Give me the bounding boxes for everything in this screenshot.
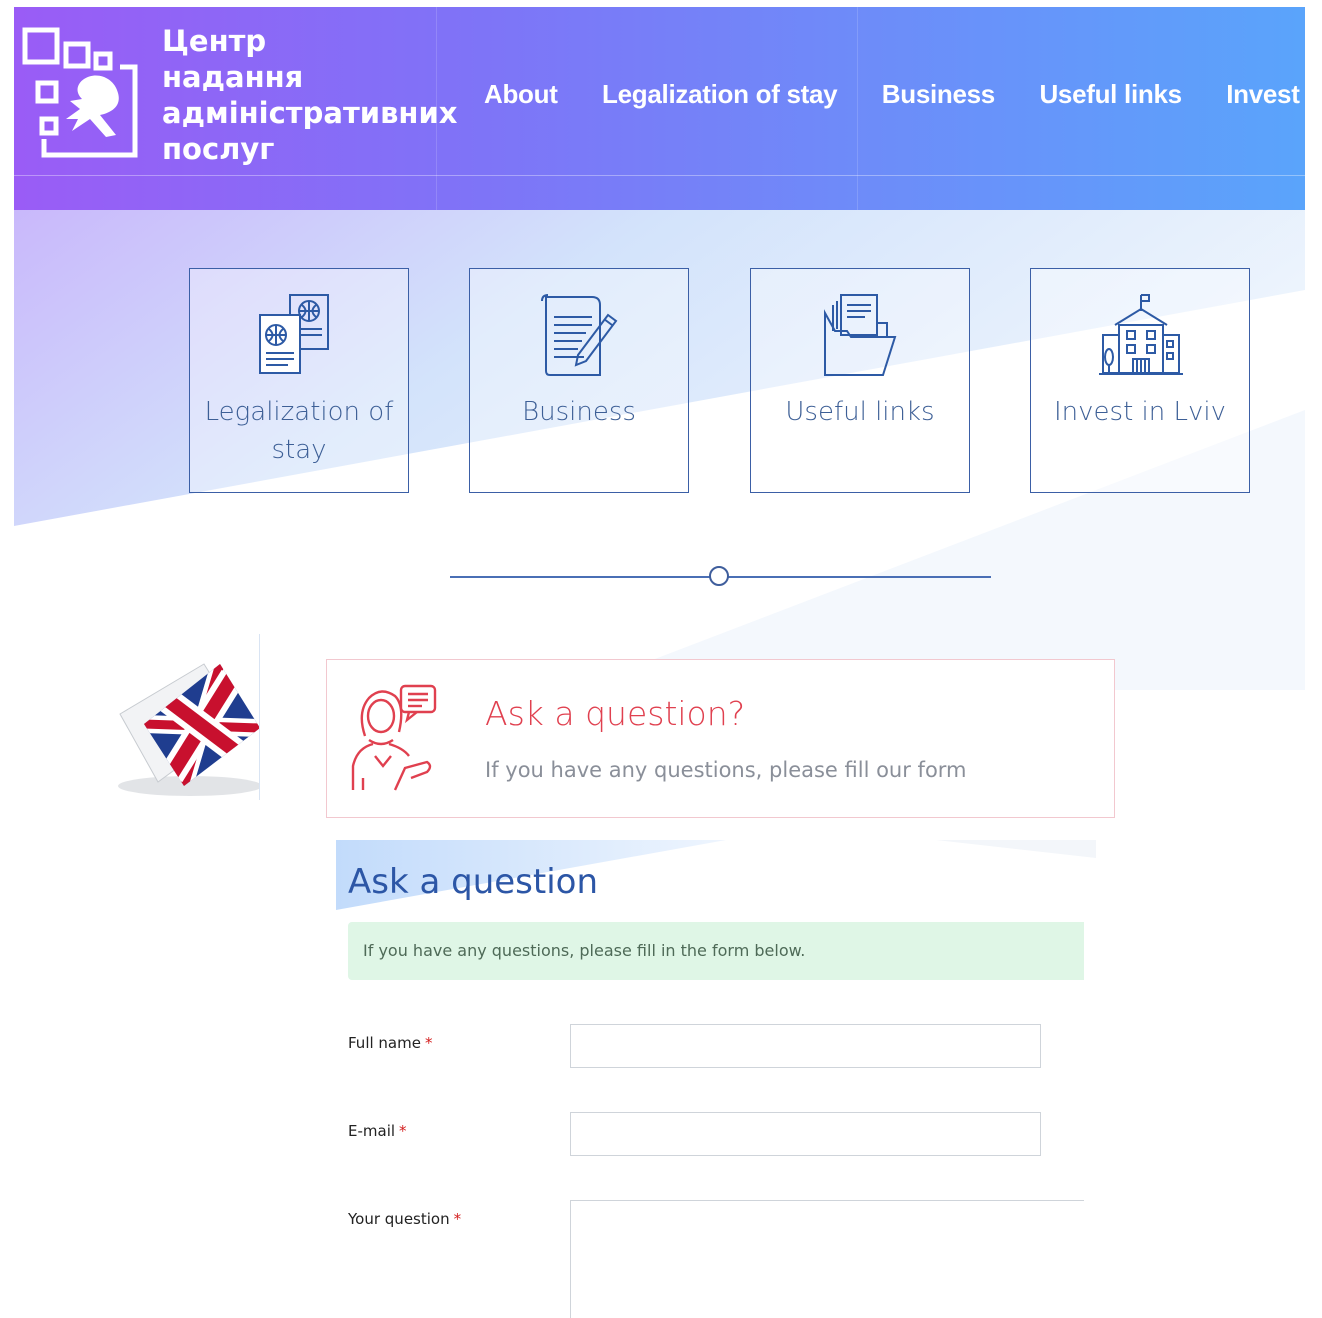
passport-icon [259,294,329,374]
brand-line: адміністративних [162,96,458,130]
card-invest[interactable]: Invest in Lviv [1030,268,1250,493]
label-text: Your question [348,1210,450,1228]
cnap-logo[interactable] [22,27,142,163]
brand-name: Центр надання адміністративних послуг [162,23,458,167]
form-title: Ask a question [348,862,599,902]
card-label: Useful links [785,397,935,427]
email-input[interactable] [570,1112,1041,1156]
full-name-label: Full name * [348,1034,432,1052]
email-label: E-mail * [348,1122,407,1140]
city-hall-icon [1099,294,1183,375]
card-label: Legalization of stay [204,397,394,465]
required-mark: * [399,1122,407,1140]
brand-line: Центр [162,24,267,58]
nav-business[interactable]: Business [882,79,996,110]
main-nav: About Legalization of stay Business Usef… [484,79,1305,110]
question-label: Your question * [348,1210,461,1228]
support-agent-icon [351,684,437,791]
question-textarea[interactable] [570,1200,1084,1318]
nav-about[interactable]: About [484,79,558,110]
card-useful-links[interactable]: Useful links [750,268,970,493]
required-mark: * [424,1034,433,1052]
ask-subtitle: If you have any questions, please fill o… [485,758,967,782]
brand-line: послуг [162,132,275,166]
full-name-input[interactable] [570,1024,1041,1068]
card-legalization[interactable]: Legalization of stay [189,268,409,493]
english-flag-icon[interactable] [108,634,260,804]
ask-title: Ask a question? [485,694,746,733]
card-label: Invest in Lviv [1054,397,1226,427]
ask-question-banner[interactable]: Ask a question? If you have any question… [326,659,1115,818]
document-pen-icon [541,294,618,376]
header-rule [14,175,1305,176]
nav-legalization[interactable]: Legalization of stay [602,79,838,110]
card-label: Business [522,397,636,427]
folder-icon [824,294,897,376]
brand-line: надання [162,60,304,94]
slider-handle[interactable] [709,566,729,586]
label-text: Full name [348,1034,421,1052]
site-header: Центр надання адміністративних послуг Ab… [14,7,1305,210]
nav-invest[interactable]: Invest in Lv [1226,79,1305,110]
nav-useful-links[interactable]: Useful links [1039,79,1182,110]
label-text: E-mail [348,1122,396,1140]
flag-divider [259,634,260,800]
required-mark: * [453,1210,462,1228]
form-info-alert: If you have any questions, please fill i… [348,922,1084,980]
card-business[interactable]: Business [469,268,689,493]
